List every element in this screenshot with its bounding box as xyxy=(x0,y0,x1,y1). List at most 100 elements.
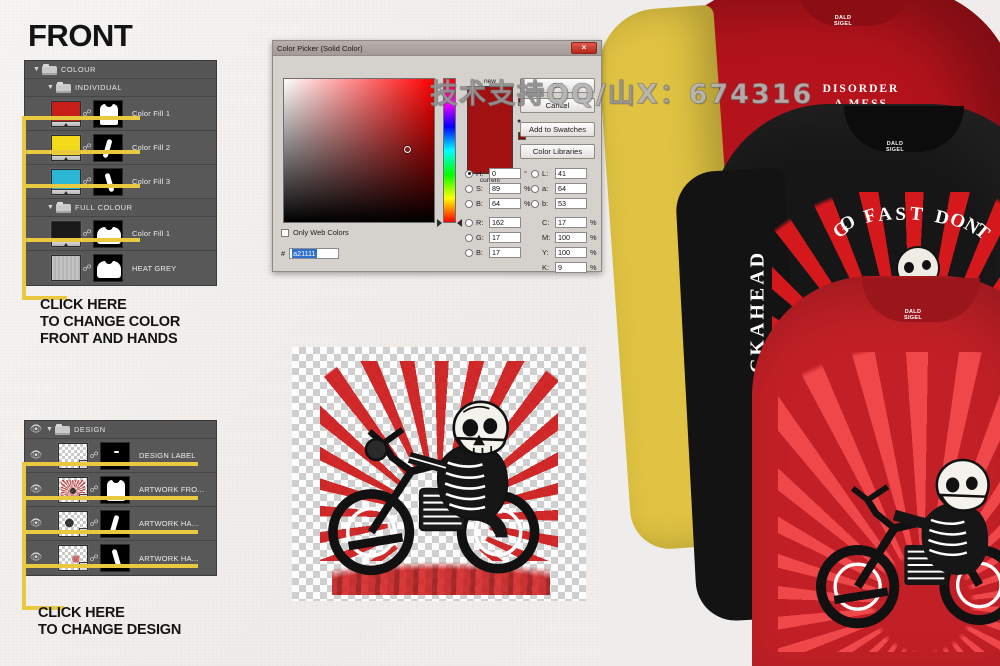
layer-name: DESIGN LABEL xyxy=(139,451,196,460)
hsb-rgb-fields[interactable]: H: 0 ° S: 89 % B: 64 % R: 162 G: 17 B: 1… xyxy=(465,166,533,260)
lab-cmyk-fields[interactable]: L: 41 a: 64 b: 53 C: 17 % M: 100 % Y: 10… xyxy=(531,166,599,275)
folder-icon xyxy=(55,424,70,435)
field-label: L: xyxy=(542,169,549,178)
chevron-down-icon[interactable]: ▼ xyxy=(45,84,56,91)
saturation-brightness-field[interactable] xyxy=(283,78,435,223)
hue-slider[interactable] xyxy=(443,78,456,223)
field-value[interactable]: 64 xyxy=(489,198,521,209)
colour-callout-lines xyxy=(22,108,144,300)
field-value[interactable]: 64 xyxy=(555,183,587,194)
neck-tag-label: DALD SIGEL xyxy=(833,15,852,27)
group-label: DESIGN xyxy=(74,425,106,434)
chevron-down-icon[interactable]: ▼ xyxy=(31,66,42,73)
eye-icon[interactable]: 👁 xyxy=(28,450,44,461)
radio-brightness[interactable] xyxy=(465,199,473,208)
black-shirt-skull-eye-left xyxy=(904,262,914,273)
design-callout-line-2: TO CHANGE DESIGN xyxy=(38,622,182,638)
field-value[interactable]: 53 xyxy=(555,198,587,209)
color-picker-dialog[interactable]: Color Picker (Solid Color) × new current… xyxy=(272,40,602,275)
red-shirt-skeleton-biker-icon xyxy=(816,458,1000,629)
radio-lab-b[interactable] xyxy=(531,199,539,208)
radio-saturation[interactable] xyxy=(465,184,473,193)
field-value[interactable]: 100 xyxy=(555,247,587,258)
close-icon[interactable]: × xyxy=(571,42,597,54)
hex-field-row[interactable]: # a21111 xyxy=(281,248,340,259)
layer-group-design[interactable]: 👁 ▼ DESIGN xyxy=(25,421,216,439)
radio-lab-a[interactable] xyxy=(531,184,539,193)
add-to-swatches-button[interactable]: Add to Swatches xyxy=(520,122,595,137)
field-lab-b[interactable]: b: 53 xyxy=(531,196,599,211)
field-label: G: xyxy=(476,233,484,242)
field-label: Y: xyxy=(542,248,549,257)
field-label: b: xyxy=(542,199,549,208)
color-preview-swatch[interactable] xyxy=(467,86,513,174)
colour-callout-line-1: CLICK HERE xyxy=(40,297,127,313)
field-hue[interactable]: H: 0 ° xyxy=(465,166,533,181)
design-callout-line-1: CLICK HERE xyxy=(38,605,125,621)
layer-group-colour[interactable]: ▼ COLOUR xyxy=(25,61,216,79)
field-unit: % xyxy=(590,248,597,257)
chevron-down-icon[interactable]: ▼ xyxy=(44,426,55,433)
skeleton-biker-icon xyxy=(328,400,540,576)
eye-icon[interactable]: 👁 xyxy=(28,424,44,435)
link-icon[interactable]: ☍ xyxy=(88,451,100,460)
radio-hue[interactable] xyxy=(465,169,473,178)
radio-blue[interactable] xyxy=(465,248,473,257)
colour-callout-line-3: FRONT AND HANDS xyxy=(40,331,178,347)
radio-green[interactable] xyxy=(465,233,473,242)
checkbox-only-web-colors[interactable] xyxy=(281,228,289,237)
field-cyan[interactable]: C: 17 % xyxy=(531,215,599,230)
field-value[interactable]: 100 xyxy=(555,232,587,243)
field-label: B: xyxy=(476,199,483,208)
color-field-cursor[interactable] xyxy=(404,146,411,153)
field-unit: % xyxy=(590,233,597,242)
colour-callout-line-2: TO CHANGE COLOR xyxy=(40,314,181,330)
hex-label: # xyxy=(281,249,286,258)
only-web-colors-row[interactable]: Only Web Colors xyxy=(281,228,349,237)
field-label: C: xyxy=(542,218,550,227)
field-yellow[interactable]: Y: 100 % xyxy=(531,245,599,260)
color-libraries-button[interactable]: Color Libraries xyxy=(520,144,595,159)
dialog-title: Color Picker (Solid Color) xyxy=(277,43,363,53)
field-magenta[interactable]: M: 100 % xyxy=(531,230,599,245)
folder-icon xyxy=(42,64,57,75)
layer-group-individual[interactable]: ▼ INDIVIDUAL xyxy=(25,79,216,97)
field-lightness[interactable]: L: 41 xyxy=(531,166,599,181)
field-value[interactable]: 41 xyxy=(555,168,587,179)
field-label: a: xyxy=(542,184,549,193)
field-brightness[interactable]: B: 64 % xyxy=(465,196,533,211)
field-value[interactable]: 9 xyxy=(555,262,587,273)
field-value[interactable]: 17 xyxy=(489,247,521,258)
field-label: R: xyxy=(476,218,484,227)
field-lab-a[interactable]: a: 64 xyxy=(531,181,599,196)
field-value[interactable]: 17 xyxy=(489,232,521,243)
field-red[interactable]: R: 162 xyxy=(465,215,533,230)
hue-slider-marker-right xyxy=(457,219,462,227)
new-color-label: new xyxy=(484,78,496,85)
field-saturation[interactable]: S: 89 % xyxy=(465,181,533,196)
field-label: H: xyxy=(476,169,484,178)
field-green[interactable]: G: 17 xyxy=(465,230,533,245)
group-label: INDIVIDUAL xyxy=(75,83,122,92)
hex-input[interactable]: a21111 xyxy=(289,248,340,259)
field-unit: % xyxy=(590,263,597,272)
design-callout-text: CLICK HERE TO CHANGE DESIGN xyxy=(38,605,258,639)
field-label: B: xyxy=(476,248,483,257)
cancel-button[interactable]: Cancel xyxy=(520,98,595,113)
black-shirt-skull-eye-right xyxy=(922,260,931,270)
field-label: M: xyxy=(542,233,551,242)
dialog-titlebar[interactable]: Color Picker (Solid Color) × xyxy=(273,41,601,56)
field-value[interactable]: 17 xyxy=(555,217,587,228)
only-web-colors-label: Only Web Colors xyxy=(293,228,349,237)
field-value[interactable]: 162 xyxy=(489,217,521,228)
field-value[interactable]: 0 xyxy=(489,168,521,179)
radio-lightness[interactable] xyxy=(531,169,539,178)
radio-red[interactable] xyxy=(465,218,473,227)
neck-tag-label: DALD SIGEL xyxy=(903,309,922,321)
artwork-preview[interactable] xyxy=(292,347,586,601)
hex-value: a21111 xyxy=(292,249,317,258)
field-blue[interactable]: B: 17 xyxy=(465,245,533,260)
field-value[interactable]: 89 xyxy=(489,183,521,194)
ok-button[interactable]: OK xyxy=(520,78,595,93)
field-black[interactable]: K: 9 % xyxy=(531,260,599,275)
